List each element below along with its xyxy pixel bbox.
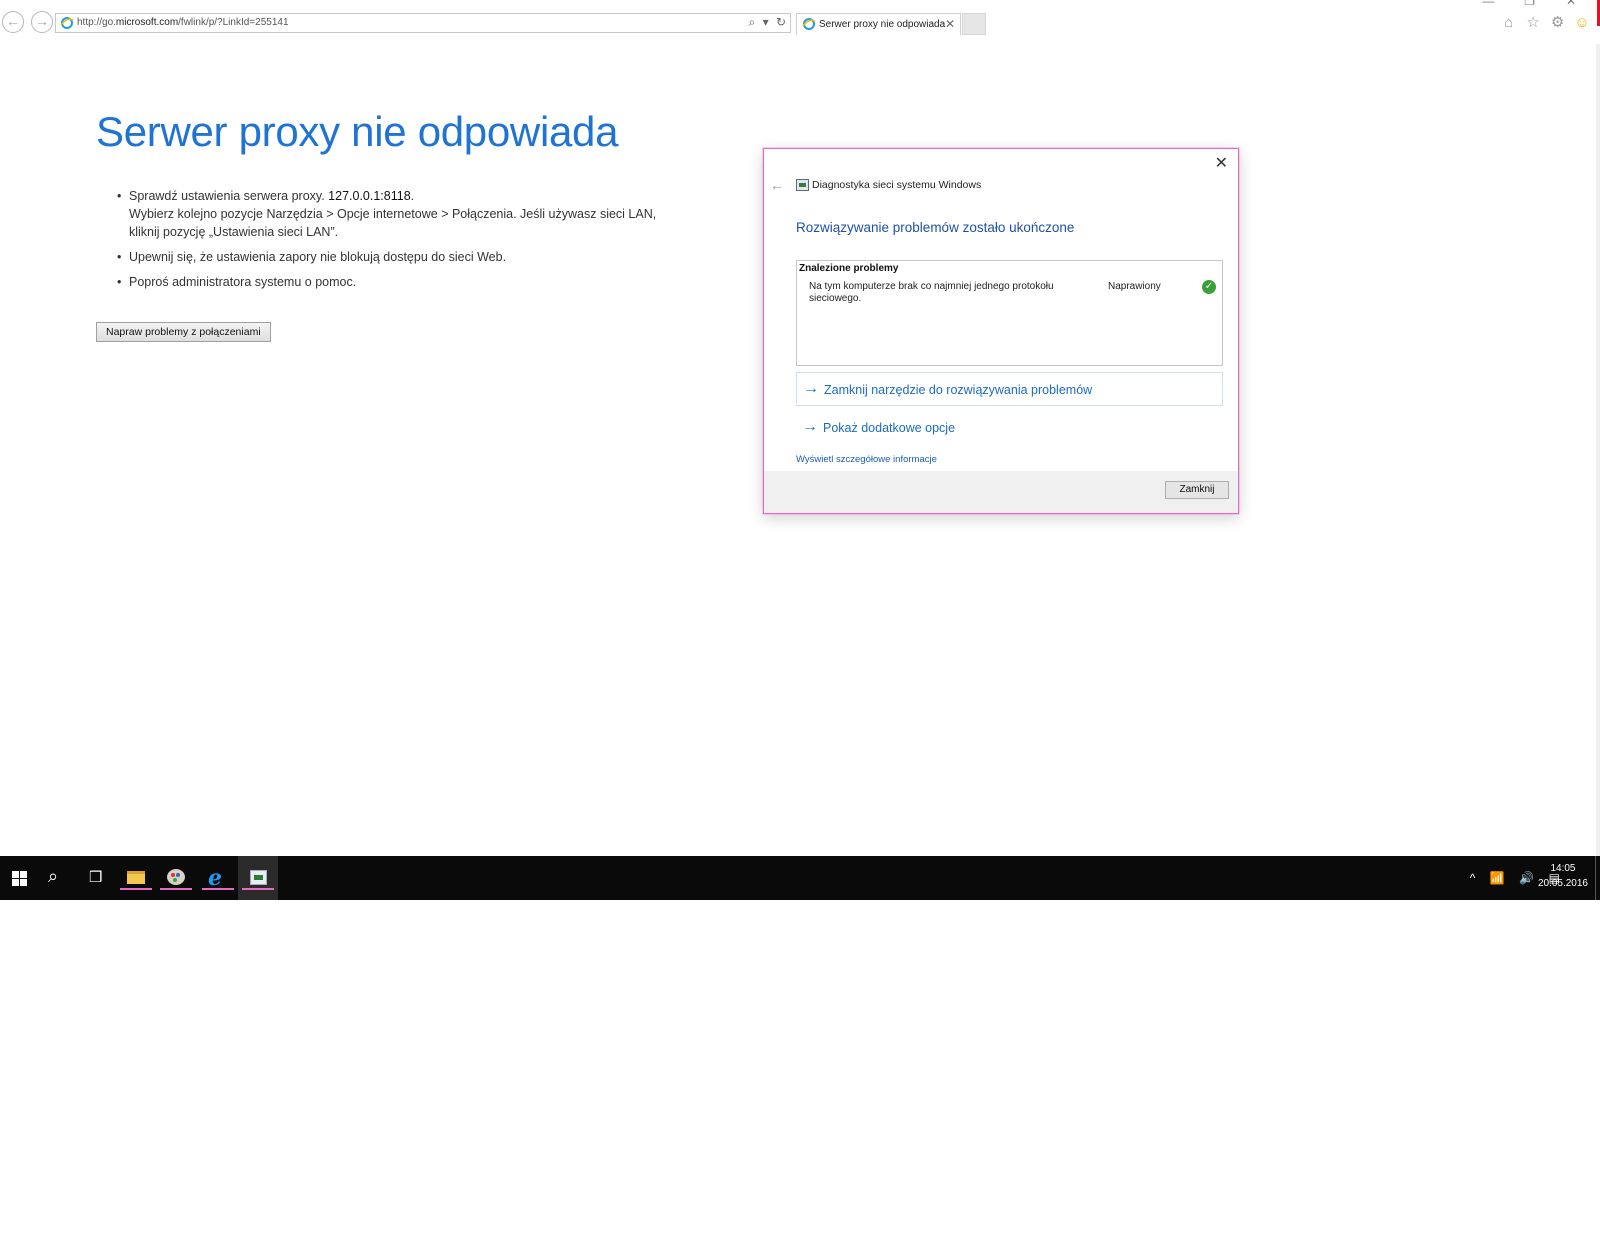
address-bar[interactable]: http://go.microsoft.com/fwlink/p/?LinkId… (55, 13, 791, 33)
list-item: Upewnij się, że ustawienia zapory nie bl… (117, 248, 677, 266)
found-problems-panel: Znalezione problemy Na tym komputerze br… (796, 260, 1223, 366)
close-troubleshooter-link[interactable]: → Zamknij narzędzie do rozwiązywania pro… (796, 372, 1223, 406)
dialog-footer: Zamknij (764, 471, 1238, 513)
feedback-smiley-icon[interactable]: ☺ (1572, 14, 1592, 31)
dialog-heading: Rozwiązywanie problemów zostało ukończon… (796, 220, 1075, 235)
ie-page-icon (60, 17, 74, 29)
show-desktop-button[interactable] (1595, 856, 1600, 900)
window-close-icon[interactable]: ✕ (1552, 0, 1590, 8)
problem-status: Naprawiony (1108, 281, 1161, 292)
back-button[interactable]: ← (2, 11, 24, 33)
found-problems-title: Znalezione problemy (799, 263, 899, 274)
close-tab-icon[interactable]: ✕ (945, 17, 955, 31)
tab-active[interactable]: Serwer proxy nie odpowiada ✕ (796, 13, 961, 35)
network-diagnostics-dialog: ✕ ← Diagnostyka sieci systemu Windows Ro… (763, 148, 1239, 514)
search-icon: ⌕ (48, 866, 59, 886)
clock-time: 14:05 (1550, 863, 1576, 874)
maximize-icon[interactable]: ❐ (1511, 0, 1549, 8)
list-item: Poproś administratora systemu o pomoc. (117, 273, 677, 291)
detailed-info-link[interactable]: Wyświetl szczegółowe informacje (796, 454, 937, 465)
more-options-label: Pokaż dodatkowe opcje (823, 421, 956, 435)
forward-button[interactable]: → (31, 11, 53, 33)
clock-date: 20.05.2016 (1537, 878, 1588, 889)
dialog-app-name: Diagnostyka sieci systemu Windows (812, 179, 982, 191)
taskbar-file-explorer[interactable] (116, 856, 156, 900)
gear-icon[interactable]: ⚙ (1548, 13, 1568, 31)
favorites-star-icon[interactable]: ☆ (1523, 13, 1543, 31)
troubleshoot-list: Sprawdź ustawienia serwera proxy. 127.0.… (117, 187, 677, 298)
chevron-up-icon[interactable]: ^ (1470, 856, 1476, 900)
close-troubleshooter-label: Zamknij narzędzie do rozwiązywania probl… (824, 383, 1093, 397)
list-item: Sprawdź ustawienia serwera proxy. 127.0.… (117, 187, 677, 241)
paint-palette-icon (167, 869, 185, 885)
taskbar-network-diagnostics[interactable] (238, 856, 278, 900)
close-icon[interactable]: ✕ (1215, 153, 1228, 173)
taskbar-internet-explorer[interactable]: e (198, 856, 238, 900)
close-button[interactable]: Zamknij (1165, 481, 1229, 499)
new-tab-button[interactable] (962, 13, 986, 35)
back-arrow-icon[interactable]: ← (770, 177, 784, 193)
ie-tab-icon (802, 18, 816, 30)
arrow-right-icon: → (35, 13, 49, 29)
arrow-right-icon: → (803, 380, 819, 397)
address-url[interactable]: http://go.microsoft.com/fwlink/p/?LinkId… (77, 17, 289, 28)
proxy-address: 127.0.0.1:8118 (328, 189, 411, 203)
window-controls: — ❐ ✕ (1469, 0, 1590, 8)
folder-icon (127, 871, 145, 884)
address-tools: ⌕ ▾ ↻ (744, 15, 786, 30)
taskbar-paint[interactable] (156, 856, 196, 900)
network-diagnostics-icon (250, 870, 267, 885)
search-icon[interactable]: ⌕ (748, 15, 755, 30)
internet-explorer-icon: e (208, 865, 222, 891)
browser-toolbar: ⌂ ☆ ⚙ ☺ (1499, 13, 1592, 32)
refresh-icon[interactable]: ↻ (776, 15, 786, 29)
check-circle-icon: ✓ (1202, 280, 1216, 294)
network-diagnostics-icon (796, 179, 809, 191)
tab-title: Serwer proxy nie odpowiada (819, 19, 946, 30)
taskbar: ⌕ ❒ e ^ 📶 🔊 ▤ 14:05 20.05.2016 (0, 856, 1600, 900)
task-view-icon: ❒ (89, 869, 103, 886)
network-icon[interactable]: 📶 (1490, 856, 1505, 900)
page-title: Serwer proxy nie odpowiada (96, 108, 619, 155)
minimize-icon[interactable]: — (1469, 0, 1507, 8)
windows-logo-icon (12, 871, 27, 886)
taskbar-clock[interactable]: 14:05 20.05.2016 (1538, 861, 1588, 891)
start-button[interactable] (0, 856, 40, 900)
arrow-right-icon: → (802, 418, 818, 435)
taskbar-search-button[interactable]: ⌕ (36, 856, 76, 900)
problem-description: Na tym komputerze brak co najmniej jedne… (809, 281, 1054, 304)
arrow-left-icon: ← (6, 13, 20, 29)
volume-icon[interactable]: 🔊 (1519, 856, 1534, 900)
browser-chrome: ← → http://go.microsoft.com/fwlink/p/?Li… (0, 0, 1600, 44)
chevron-down-icon[interactable]: ▾ (763, 15, 769, 29)
page-scrollbar[interactable] (1596, 44, 1600, 856)
more-options-link[interactable]: → Pokaż dodatkowe opcje (796, 411, 1223, 445)
fix-connection-button[interactable]: Napraw problemy z połączeniami (96, 322, 271, 342)
home-icon[interactable]: ⌂ (1499, 14, 1519, 31)
task-view-button[interactable]: ❒ (76, 856, 116, 900)
